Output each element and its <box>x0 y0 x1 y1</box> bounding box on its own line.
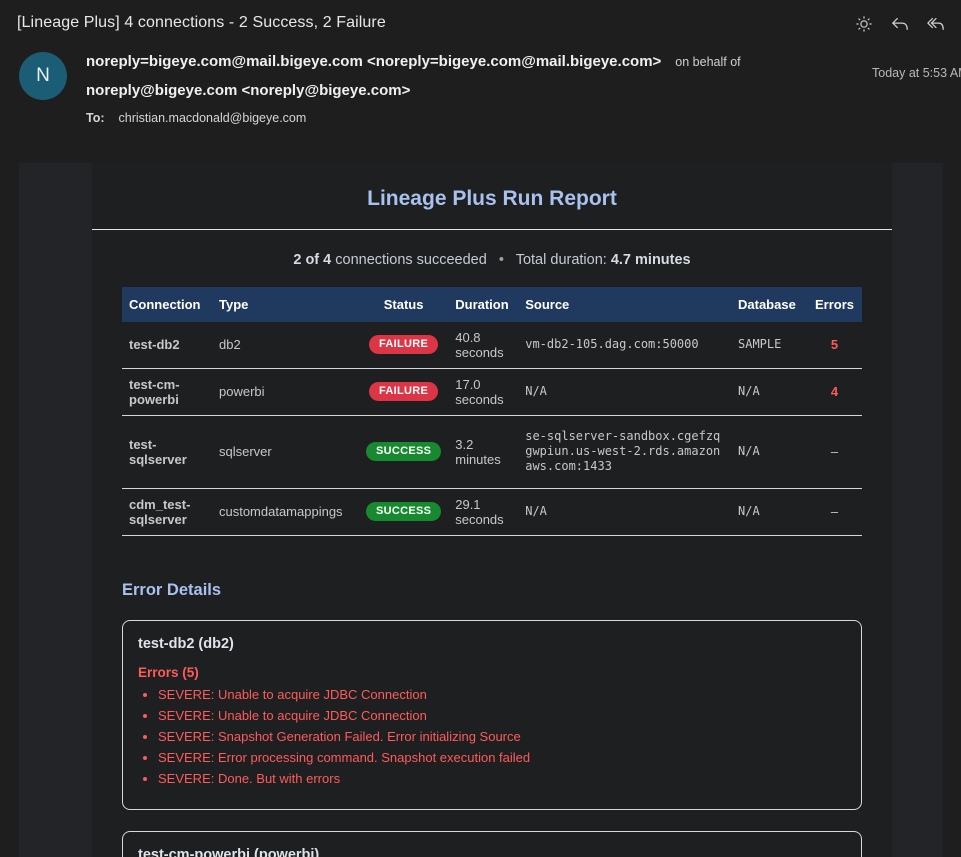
summary-succeeded-text: connections succeeded <box>335 252 487 268</box>
cell-errors: 4 <box>806 368 862 416</box>
cell-source: N/A <box>518 488 731 536</box>
cell-connection: test-db2 <box>122 322 212 369</box>
cell-duration: 29.1 seconds <box>448 488 519 536</box>
summary-duration-value: 4.7 minutes <box>610 252 691 268</box>
table-row: cdm_test-sqlserver customdatamappings SU… <box>122 488 862 536</box>
cell-database: N/A <box>731 415 807 489</box>
cell-status: FAILURE <box>358 322 449 369</box>
error-item: SEVERE: Done. But with errors <box>158 768 861 789</box>
cell-database: N/A <box>731 368 807 416</box>
report-title: Lineage Plus Run Report <box>367 187 617 210</box>
cell-type: db2 <box>211 322 359 369</box>
error-block-title: test-db2 (db2) <box>138 636 234 652</box>
error-count: – <box>830 444 839 459</box>
col-header-duration: Duration <box>455 297 509 312</box>
sender-line-primary[interactable]: noreply=bigeye.com@mail.bigeye.com <nore… <box>86 53 741 70</box>
cell-source: N/A <box>518 368 731 416</box>
table-row: test-db2 db2 FAILURE 40.8 seconds vm-db2… <box>122 322 862 369</box>
status-badge: FAILURE <box>369 382 439 401</box>
sender-line-behalf[interactable]: noreply@bigeye.com <noreply@bigeye.com> <box>86 82 410 99</box>
cell-errors: – <box>806 415 862 489</box>
error-item: SEVERE: Snapshot Generation Failed. Erro… <box>158 726 861 747</box>
message-toolbar <box>854 14 946 34</box>
cell-duration: 17.0 seconds <box>448 368 519 416</box>
col-header-connection: Connection <box>129 297 201 312</box>
connections-table: Connection Type Status Duration Source D… <box>122 287 862 536</box>
error-block-count: Errors (5) <box>138 665 199 680</box>
error-item: SEVERE: Error processing command. Snapsh… <box>158 747 861 768</box>
summary-duration-label: Total duration: <box>515 252 607 268</box>
cell-status: SUCCESS <box>358 415 449 489</box>
on-behalf-label: on behalf of <box>675 55 741 69</box>
recipient-line: To: christian.macdonald@bigeye.com <box>86 111 306 125</box>
table-row: test-sqlserver sqlserver SUCCESS 3.2 min… <box>122 415 862 489</box>
col-header-errors: Errors <box>814 297 854 312</box>
cell-source: vm-db2-105.dag.com:50000 <box>518 322 731 369</box>
table-row: test-cm-powerbi powerbi FAILURE 17.0 sec… <box>122 368 862 416</box>
to-label: To: <box>86 111 105 125</box>
col-header-database: Database <box>738 297 796 312</box>
col-header-source: Source <box>525 297 570 312</box>
cell-duration: 3.2 minutes <box>448 415 519 489</box>
cell-status: FAILURE <box>358 368 449 416</box>
sun-icon[interactable] <box>854 14 874 34</box>
col-header-type: Type <box>218 297 249 312</box>
error-details-heading: Error Details <box>122 581 222 599</box>
cell-database: N/A <box>731 488 807 536</box>
received-date: Today at 5:53 AM <box>872 66 961 80</box>
recipient-address[interactable]: christian.macdonald@bigeye.com <box>119 111 307 125</box>
cell-type: customdatamappings <box>211 488 359 536</box>
cell-type: powerbi <box>211 368 359 416</box>
col-header-status: Status <box>383 297 424 312</box>
cell-connection: cdm_test-sqlserver <box>122 488 212 536</box>
error-item: SEVERE: Unable to acquire JDBC Connectio… <box>158 705 861 726</box>
error-block-title: test-cm-powerbi (powerbi) <box>138 847 320 857</box>
run-summary: 2 of 4 connections succeeded • Total dur… <box>92 252 892 268</box>
cell-status: SUCCESS <box>358 488 449 536</box>
status-badge: SUCCESS <box>365 502 442 521</box>
error-block: test-cm-powerbi (powerbi) <box>122 831 862 857</box>
summary-counts: 2 of 4 <box>293 252 332 268</box>
cell-database: SAMPLE <box>731 322 807 369</box>
cell-connection: test-cm-powerbi <box>122 368 212 416</box>
email-body: Lineage Plus Run Report 2 of 4 connectio… <box>19 163 943 857</box>
cell-errors: 5 <box>806 322 862 369</box>
cell-duration: 40.8 seconds <box>448 322 519 369</box>
table-header-row: Connection Type Status Duration Source D… <box>122 287 862 322</box>
cell-type: sqlserver <box>211 415 359 489</box>
title-divider <box>92 229 892 230</box>
status-badge: SUCCESS <box>365 442 442 461</box>
error-count: – <box>830 504 839 519</box>
error-count: 5 <box>830 337 839 353</box>
reply-all-icon[interactable] <box>926 14 946 34</box>
error-list: SEVERE: Unable to acquire JDBC Connectio… <box>123 684 861 789</box>
cell-errors: – <box>806 488 862 536</box>
cell-source: se-sqlserver-sandbox.cgefzqgwpiun.us-wes… <box>518 415 731 489</box>
email-subject: [Lineage Plus] 4 connections - 2 Success… <box>17 14 386 31</box>
report-card: Lineage Plus Run Report 2 of 4 connectio… <box>92 163 892 857</box>
error-block: test-db2 (db2) Errors (5) SEVERE: Unable… <box>122 620 862 810</box>
sender-avatar: N <box>19 52 67 100</box>
reply-icon[interactable] <box>890 14 910 34</box>
error-count: 4 <box>830 384 839 399</box>
error-item: SEVERE: Unable to acquire JDBC Connectio… <box>158 684 861 705</box>
summary-separator: • <box>498 252 504 268</box>
sender-address[interactable]: noreply=bigeye.com@mail.bigeye.com <nore… <box>86 53 661 70</box>
status-badge: FAILURE <box>369 335 439 355</box>
cell-connection: test-sqlserver <box>122 415 212 489</box>
